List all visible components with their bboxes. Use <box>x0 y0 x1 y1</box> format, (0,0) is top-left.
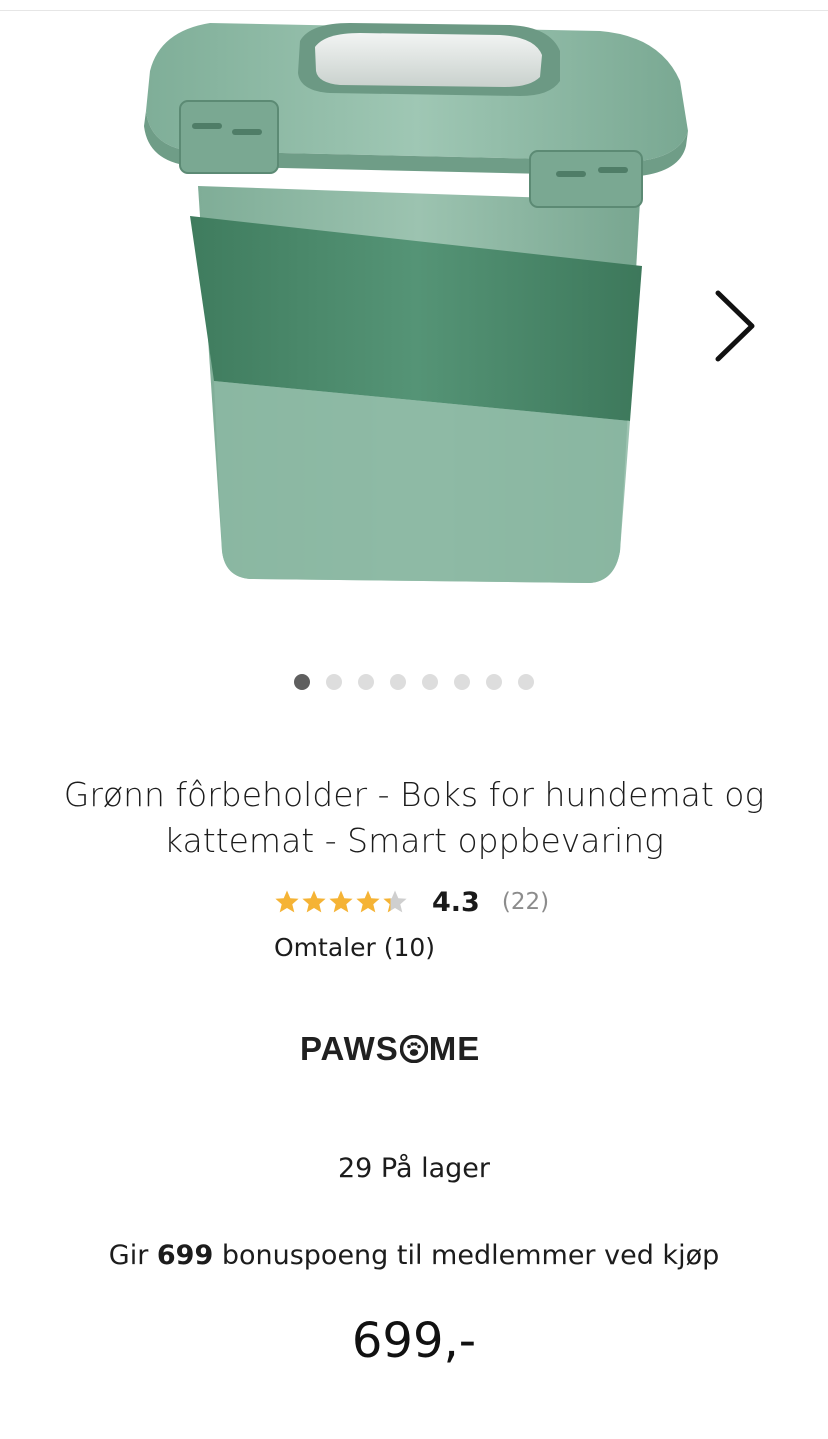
bonus-suffix: bonuspoeng til medlemmer ved kjøp <box>213 1240 720 1271</box>
brand-prefix: PAWS <box>300 1030 399 1067</box>
star-icon <box>302 890 326 913</box>
carousel-dot[interactable] <box>358 674 374 690</box>
paw-icon <box>399 1035 428 1063</box>
product-image-carousel[interactable] <box>0 11 828 661</box>
star-icon <box>356 890 380 913</box>
product-image <box>144 23 688 583</box>
rating-stars <box>274 889 408 915</box>
carousel-dot[interactable] <box>486 674 502 690</box>
product-price: 699,- <box>351 1313 477 1369</box>
bonus-points: 699 <box>156 1240 214 1271</box>
carousel-dot[interactable] <box>294 674 310 690</box>
reviews-link[interactable]: Omtaler (10) <box>274 933 435 962</box>
rating-count: (22) <box>501 889 550 915</box>
product-title: Grønn fôrbeholder - Boks for hundemat og… <box>63 775 765 860</box>
carousel-dot[interactable] <box>326 674 342 690</box>
star-icon <box>383 890 407 913</box>
carousel-dot[interactable] <box>454 674 470 690</box>
bonus-prefix: Gir <box>108 1240 157 1271</box>
carousel-dot[interactable] <box>422 674 438 690</box>
star-icon <box>329 890 353 913</box>
carousel-dot[interactable] <box>518 674 534 690</box>
rating-value: 4.3 <box>432 886 480 918</box>
star-icon <box>275 890 299 913</box>
brand-logo[interactable]: PAWS ME <box>300 1030 480 1068</box>
product-rating: 4.3 (22) <box>274 884 549 920</box>
brand-suffix: ME <box>428 1030 481 1067</box>
carousel-pagination <box>0 674 828 690</box>
carousel-dot[interactable] <box>390 674 406 690</box>
bonus-points-info: Gir 699 bonuspoeng til medlemmer ved kjø… <box>0 1240 828 1271</box>
stock-status: 29 På lager <box>337 1153 491 1184</box>
chevron-right-icon[interactable] <box>700 281 770 371</box>
